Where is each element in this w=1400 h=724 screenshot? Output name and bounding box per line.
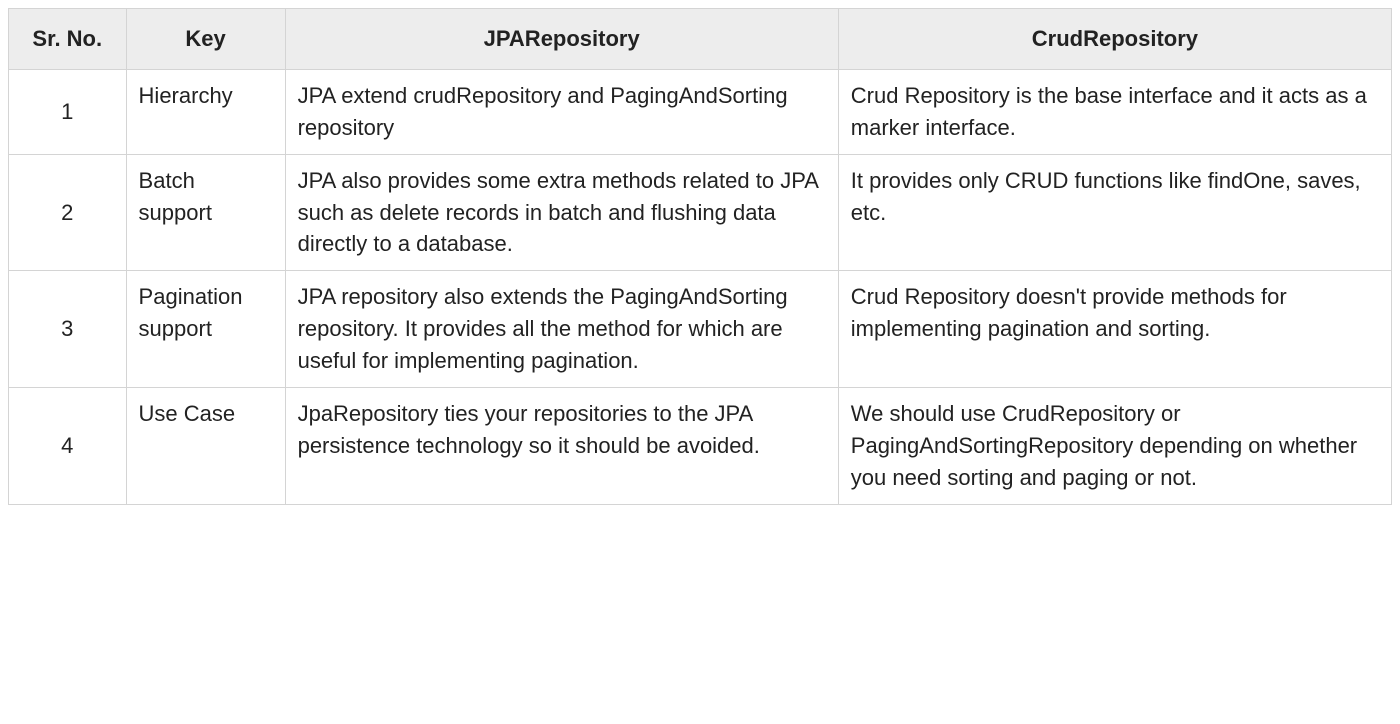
cell-crud: We should use CrudRepository or PagingAn…	[838, 388, 1391, 505]
cell-key: Hierarchy	[126, 69, 285, 154]
table-row: 1 Hierarchy JPA extend crudRepository an…	[9, 69, 1392, 154]
comparison-table: Sr. No. Key JPARepository CrudRepository…	[8, 8, 1392, 505]
cell-key: Batch support	[126, 154, 285, 271]
header-jpa: JPARepository	[285, 9, 838, 70]
cell-sr: 4	[9, 388, 127, 505]
cell-key: Pagination support	[126, 271, 285, 388]
table-row: 3 Pagination support JPA repository also…	[9, 271, 1392, 388]
cell-jpa: JpaRepository ties your repositories to …	[285, 388, 838, 505]
table-row: 2 Batch support JPA also provides some e…	[9, 154, 1392, 271]
cell-jpa: JPA extend crudRepository and PagingAndS…	[285, 69, 838, 154]
cell-crud: Crud Repository doesn't provide methods …	[838, 271, 1391, 388]
cell-crud: Crud Repository is the base interface an…	[838, 69, 1391, 154]
cell-jpa: JPA also provides some extra methods rel…	[285, 154, 838, 271]
header-sr: Sr. No.	[9, 9, 127, 70]
cell-sr: 3	[9, 271, 127, 388]
table-header-row: Sr. No. Key JPARepository CrudRepository	[9, 9, 1392, 70]
cell-sr: 1	[9, 69, 127, 154]
cell-jpa: JPA repository also extends the PagingAn…	[285, 271, 838, 388]
table-row: 4 Use Case JpaRepository ties your repos…	[9, 388, 1392, 505]
cell-crud: It provides only CRUD functions like fin…	[838, 154, 1391, 271]
table-body: 1 Hierarchy JPA extend crudRepository an…	[9, 69, 1392, 504]
cell-key: Use Case	[126, 388, 285, 505]
header-crud: CrudRepository	[838, 9, 1391, 70]
table-header: Sr. No. Key JPARepository CrudRepository	[9, 9, 1392, 70]
header-key: Key	[126, 9, 285, 70]
cell-sr: 2	[9, 154, 127, 271]
